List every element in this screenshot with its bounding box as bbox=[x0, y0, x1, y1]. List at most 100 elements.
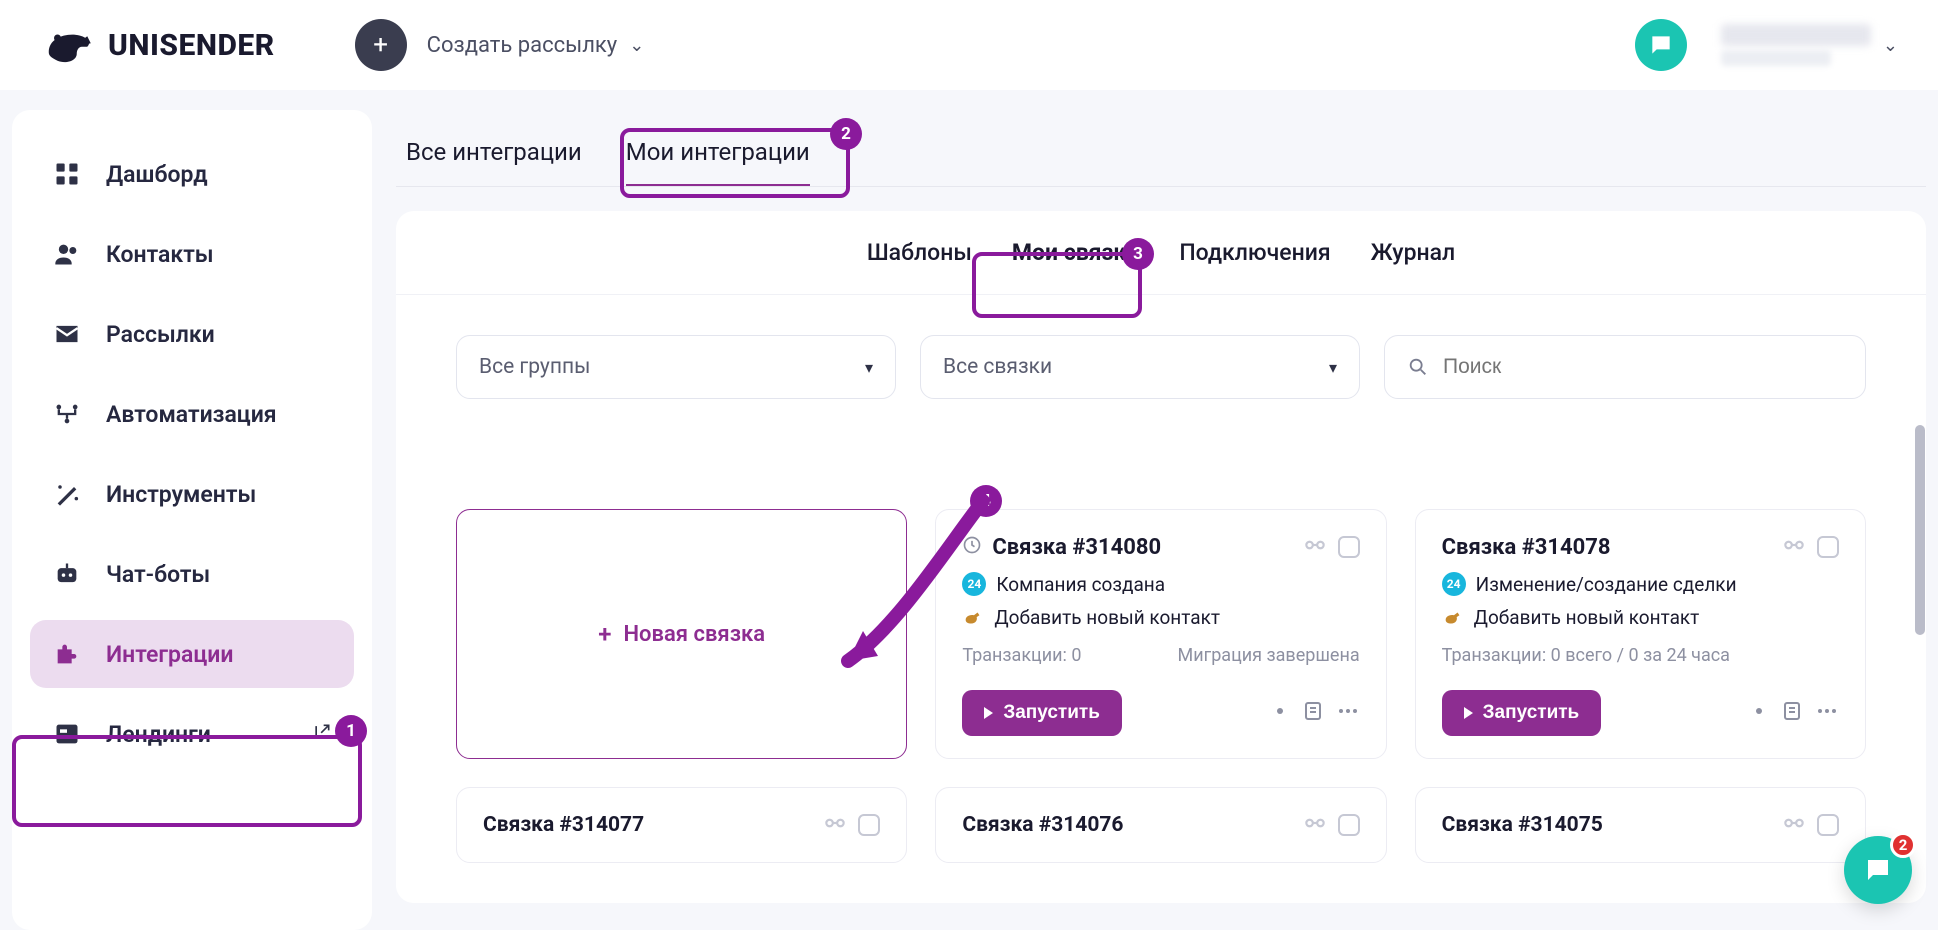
card-checkbox[interactable] bbox=[858, 814, 880, 836]
more-icon[interactable] bbox=[1336, 699, 1360, 727]
badge-24-icon: 24 bbox=[962, 572, 986, 596]
gear-icon[interactable] bbox=[1268, 699, 1292, 727]
gear-icon[interactable] bbox=[1747, 699, 1771, 727]
subtab-connections[interactable]: Подключения bbox=[1179, 239, 1330, 266]
list-icon[interactable] bbox=[1302, 699, 1326, 727]
grid-icon bbox=[52, 160, 82, 188]
filter-links-select[interactable]: Все связки ▾ bbox=[920, 335, 1360, 399]
sidebar-item-label: Лендинги bbox=[106, 721, 211, 748]
run-label: Запустить bbox=[1483, 702, 1580, 724]
play-icon bbox=[1464, 707, 1473, 719]
sidebar-item-landings[interactable]: Лендинги bbox=[30, 700, 354, 768]
badge-24-icon: 24 bbox=[1442, 572, 1466, 596]
list-icon[interactable] bbox=[1781, 699, 1805, 727]
card-checkbox[interactable] bbox=[1817, 536, 1839, 558]
card-event: Компания создана bbox=[996, 573, 1165, 596]
card-checkbox[interactable] bbox=[1338, 536, 1360, 558]
search-input[interactable] bbox=[1443, 355, 1843, 379]
card-title: Связка #314078 bbox=[1442, 535, 1611, 560]
sidebar-item-contacts[interactable]: Контакты bbox=[30, 220, 354, 288]
card-title: Связка #314076 bbox=[962, 813, 1123, 837]
card-checkbox[interactable] bbox=[1338, 814, 1360, 836]
sidebar-item-label: Контакты bbox=[106, 241, 214, 268]
search-icon bbox=[1407, 356, 1429, 378]
sidebar-item-chatbots[interactable]: Чат-боты bbox=[30, 540, 354, 608]
tabs-top: Все интеграции Мои интеграции bbox=[396, 110, 1926, 187]
chain-icon[interactable] bbox=[822, 810, 848, 840]
sidebar-item-automation[interactable]: Автоматизация bbox=[30, 380, 354, 448]
chain-icon[interactable] bbox=[1781, 532, 1807, 562]
subtab-log[interactable]: Журнал bbox=[1371, 239, 1456, 266]
subtabs: Шаблоны Мои связки Подключения Журнал bbox=[396, 211, 1926, 295]
support-chat-button[interactable] bbox=[1635, 19, 1687, 71]
select-value: Все связки bbox=[943, 355, 1052, 379]
create-label[interactable]: Создать рассылку ⌄ bbox=[427, 33, 645, 58]
filter-groups-select[interactable]: Все группы ▾ bbox=[456, 335, 896, 399]
run-button[interactable]: Запустить bbox=[962, 690, 1122, 736]
chat-icon bbox=[1648, 32, 1674, 58]
sidebar-item-label: Чат-боты bbox=[106, 561, 210, 588]
chevron-down-icon: ▾ bbox=[865, 358, 873, 377]
new-link-label: Новая связка bbox=[623, 622, 765, 647]
tab-all-integrations[interactable]: Все интеграции bbox=[406, 138, 582, 186]
annotation-badge-4: 4 bbox=[970, 485, 1002, 517]
external-link-icon bbox=[312, 721, 332, 748]
sidebar-item-dashboard[interactable]: Дашборд bbox=[30, 140, 354, 208]
chain-icon[interactable] bbox=[1302, 532, 1328, 562]
people-icon bbox=[52, 240, 82, 268]
sidebar-item-integrations[interactable]: Интеграции bbox=[30, 620, 354, 688]
profile-info bbox=[1721, 24, 1871, 66]
more-icon[interactable] bbox=[1815, 699, 1839, 727]
logo[interactable]: UNISENDER bbox=[40, 17, 275, 73]
create-plus-button[interactable]: + bbox=[355, 19, 407, 71]
card-title: Связка #314080 bbox=[992, 535, 1161, 560]
cards-grid: + Новая связка Связка #314080 24 Компани… bbox=[456, 509, 1866, 759]
play-icon bbox=[984, 707, 993, 719]
topbar-right: ⌄ bbox=[1635, 19, 1898, 71]
search-box[interactable] bbox=[1384, 335, 1866, 399]
sidebar-item-mailings[interactable]: Рассылки bbox=[30, 300, 354, 368]
puzzle-icon bbox=[52, 640, 82, 668]
logo-icon bbox=[40, 17, 96, 73]
sidebar-item-label: Инструменты bbox=[106, 481, 256, 508]
dog-icon bbox=[1442, 607, 1464, 629]
run-button[interactable]: Запустить bbox=[1442, 690, 1602, 736]
scrollbar-thumb[interactable] bbox=[1915, 425, 1925, 635]
profile-menu[interactable]: ⌄ bbox=[1721, 24, 1898, 66]
chat-widget-button[interactable]: 2 bbox=[1844, 836, 1912, 904]
tab-label: Мои интеграции bbox=[626, 138, 810, 166]
sidebar-item-label: Дашборд bbox=[106, 161, 208, 188]
tab-label: Все интеграции bbox=[406, 138, 582, 166]
chat-notification-badge: 2 bbox=[1890, 832, 1916, 858]
dog-icon bbox=[962, 607, 984, 629]
wand-icon bbox=[52, 480, 82, 508]
chain-icon[interactable] bbox=[1781, 810, 1807, 840]
link-card: Связка #314080 24 Компания создана Добав… bbox=[935, 509, 1386, 759]
subtab-templates[interactable]: Шаблоны bbox=[867, 239, 972, 266]
sidebar-item-tools[interactable]: Инструменты bbox=[30, 460, 354, 528]
card-meta-left: Транзакции: 0 всего / 0 за 24 часа bbox=[1442, 645, 1730, 666]
filters-row: Все группы ▾ Все связки ▾ bbox=[456, 335, 1866, 399]
chain-icon[interactable] bbox=[1302, 810, 1328, 840]
create-mailing[interactable]: + Создать рассылку ⌄ bbox=[355, 19, 645, 71]
card-checkbox[interactable] bbox=[1817, 814, 1839, 836]
main: Все интеграции Мои интеграции Шаблоны Мо… bbox=[396, 110, 1926, 930]
annotation-badge-3: 3 bbox=[1122, 238, 1154, 270]
card-meta-left: Транзакции: 0 bbox=[962, 645, 1081, 666]
new-link-card[interactable]: + Новая связка bbox=[456, 509, 907, 759]
card-event: Изменение/создание сделки bbox=[1476, 573, 1737, 596]
card-title: Связка #314077 bbox=[483, 813, 644, 837]
chevron-down-icon: ⌄ bbox=[1883, 35, 1898, 56]
link-card: Связка #314078 24 Изменение/создание сде… bbox=[1415, 509, 1866, 759]
link-card: Связка #314077 bbox=[456, 787, 907, 863]
bot-icon bbox=[52, 560, 82, 588]
layout-icon bbox=[52, 720, 82, 748]
run-label: Запустить bbox=[1003, 702, 1100, 724]
mail-icon bbox=[52, 320, 82, 348]
chat-icon bbox=[1863, 855, 1893, 885]
logo-text: UNISENDER bbox=[108, 28, 275, 63]
plus-icon: + bbox=[598, 620, 611, 648]
subtab-my-links[interactable]: Мои связки bbox=[1012, 239, 1140, 266]
cards-row-2: Связка #314077 Связка #314076 Связка #31… bbox=[456, 787, 1866, 863]
tab-my-integrations[interactable]: Мои интеграции bbox=[626, 138, 810, 186]
